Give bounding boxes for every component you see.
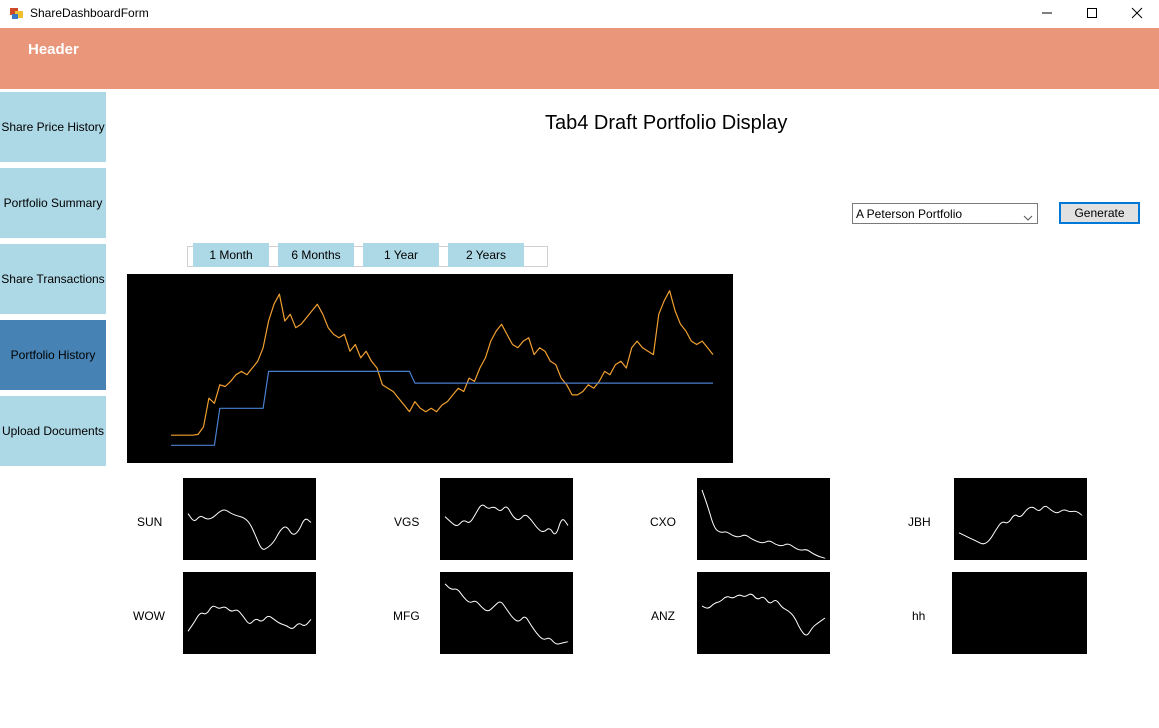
sparkline-cxo [697, 478, 830, 560]
sparkline-path-sun [187, 509, 312, 550]
sparkline-wow-svg [187, 605, 312, 632]
sidebar-item-upload-documents[interactable]: Upload Documents [0, 396, 106, 466]
sparkline-wow [183, 572, 316, 654]
spark-label-cxo: CXO [650, 515, 677, 529]
page-title: Tab4 Draft Portfolio Display [545, 112, 788, 134]
sparkline-anz [697, 572, 830, 654]
portfolio-select-value: A Peterson Portfolio [856, 207, 963, 221]
sparkline-mfg-svg [444, 583, 569, 645]
spark-label-wow: WOW [133, 609, 165, 623]
spark-label-jbh: JBH [908, 515, 931, 529]
sidebar-item-portfolio-history[interactable]: Portfolio History [0, 320, 106, 390]
sidebar-item-share-transactions[interactable]: Share Transactions [0, 244, 106, 314]
range-button-1-year[interactable]: 1 Year [363, 243, 439, 267]
minimize-icon[interactable] [1024, 0, 1070, 26]
sparkline-sun-svg [187, 509, 312, 550]
sparkline-path-jbh [958, 505, 1083, 545]
sparkline-hh [952, 572, 1087, 654]
winforms-app-icon [9, 5, 25, 21]
sidebar-item-label: Share Price History [1, 120, 105, 134]
sparkline-vgs-svg [444, 504, 569, 535]
generate-button[interactable]: Generate [1059, 202, 1140, 224]
spark-label-vgs: VGS [394, 515, 420, 529]
spark-label-mfg: MFG [393, 609, 420, 623]
spark-label-hh: hh [912, 609, 926, 623]
range-button-6-months[interactable]: 6 Months [278, 243, 354, 267]
portfolio-history-chart [127, 274, 733, 463]
spark-label-sun: SUN [137, 515, 163, 529]
maximize-icon[interactable] [1069, 0, 1115, 26]
chevron-down-icon [1023, 209, 1033, 227]
portfolio-select[interactable]: A Peterson Portfolio [852, 203, 1038, 224]
cost-basis-line [171, 370, 713, 446]
sparkline-jbh-svg [958, 505, 1083, 545]
spark-label-anz: ANZ [651, 609, 675, 623]
portfolio-history-chart-svg [171, 290, 714, 446]
sidebar-item-portfolio-summary[interactable]: Portfolio Summary [0, 168, 106, 238]
sidebar-item-label: Portfolio History [10, 348, 96, 362]
range-button-2-years[interactable]: 2 Years [448, 243, 524, 267]
share-dashboard-window: ShareDashboardForm Header Share Price Hi… [0, 0, 1159, 728]
sidebar-item-label: Portfolio Summary [3, 196, 103, 210]
header-panel: Header [0, 28, 1159, 89]
sidebar-item-label: Upload Documents [1, 424, 105, 438]
header-label: Header [28, 41, 79, 58]
sparkline-cxo-svg [701, 489, 826, 559]
portfolio-value-line [171, 290, 714, 436]
close-icon[interactable] [1114, 0, 1159, 26]
sparkline-hh-svg [952, 572, 1087, 654]
sidebar-item-label: Share Transactions [1, 272, 105, 286]
sparkline-sun [183, 478, 316, 560]
sidebar-item-share-price-history[interactable]: Share Price History [0, 92, 106, 162]
sparkline-path-mfg [444, 583, 569, 645]
sparkline-anz-svg [701, 593, 826, 636]
window-title: ShareDashboardForm [30, 6, 149, 20]
sparkline-jbh [954, 478, 1087, 560]
sparkline-vgs [440, 478, 573, 560]
sparkline-mfg [440, 572, 573, 654]
sparkline-path-wow [187, 605, 312, 632]
title-bar[interactable]: ShareDashboardForm [0, 0, 1159, 26]
range-button-1-month[interactable]: 1 Month [193, 243, 269, 267]
sparkline-path-anz [701, 593, 826, 636]
sparkline-path-vgs [444, 504, 569, 535]
sparkline-path-cxo [701, 489, 826, 559]
